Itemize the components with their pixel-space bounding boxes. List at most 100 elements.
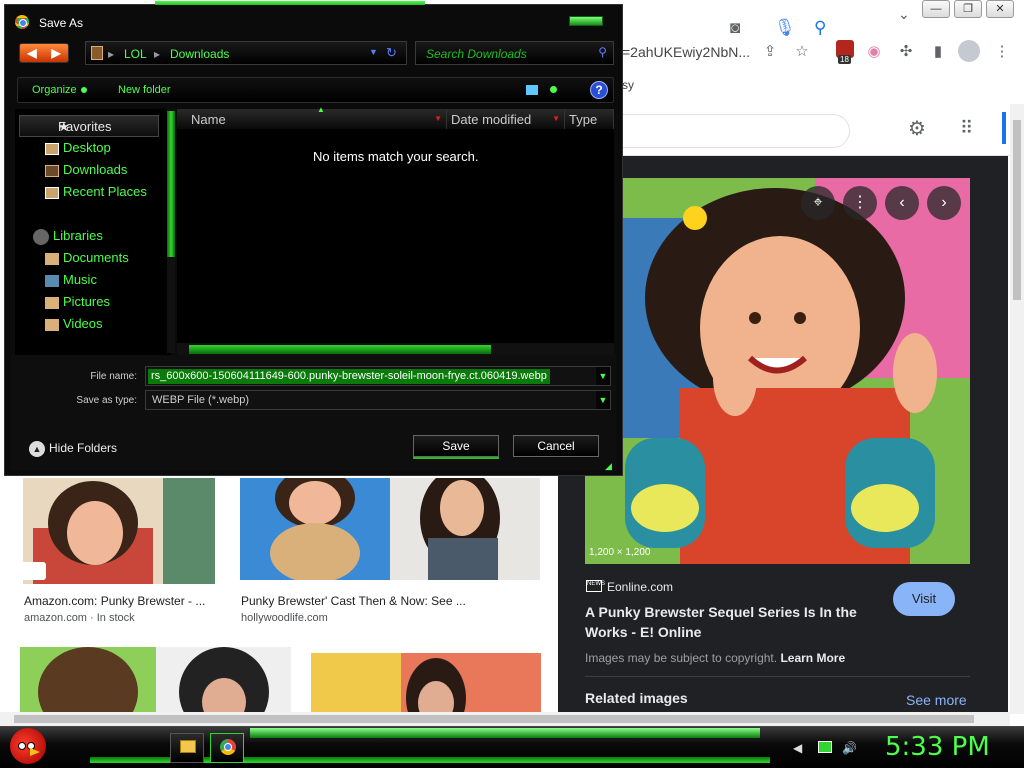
learn-more-link[interactable]: Learn More bbox=[780, 651, 845, 665]
search-input[interactable] bbox=[622, 114, 850, 148]
puzzle-icon[interactable]: ✣ bbox=[896, 42, 916, 62]
search-icon[interactable]: ⚲ bbox=[598, 45, 607, 59]
desktop-icon bbox=[45, 143, 59, 155]
hide-folders-button[interactable]: ▲ Hide Folders bbox=[29, 441, 117, 457]
nav-pane-scroll-thumb[interactable] bbox=[167, 111, 175, 257]
kebab-menu-icon[interactable]: ⋮ bbox=[992, 42, 1012, 62]
new-folder-button[interactable]: New folder bbox=[118, 84, 171, 96]
path-separator: ▸ bbox=[154, 47, 161, 61]
sidebar-item-pictures[interactable]: Pictures bbox=[63, 294, 110, 309]
source-name[interactable]: Eonline.com bbox=[607, 580, 673, 594]
window-controls: — ❐ ✕ bbox=[922, 0, 1014, 18]
sidebar-item-libraries[interactable]: Libraries bbox=[53, 228, 103, 243]
result-title-link[interactable]: A Punky Brewster Sequel Series Is In the… bbox=[585, 602, 875, 642]
thumbnail-source: amazon.com · In stock bbox=[24, 612, 135, 624]
file-name-dropdown-icon[interactable]: ▼ bbox=[596, 367, 610, 385]
thumbnail-image[interactable] bbox=[311, 653, 541, 712]
file-list-scroll-thumb[interactable] bbox=[189, 345, 491, 354]
cancel-button[interactable]: Cancel bbox=[513, 435, 599, 457]
file-name-input[interactable]: rs_600x600-150604111649-600.punky-brewst… bbox=[145, 366, 611, 386]
resize-grip-icon[interactable]: ◢ bbox=[605, 461, 612, 472]
thumbnail-caption[interactable]: Punky Brewster' Cast Then & Now: See ... bbox=[241, 594, 466, 608]
save-as-type-value: WEBP File (*.webp) bbox=[152, 394, 249, 406]
dialog-title: Save As bbox=[39, 16, 84, 30]
search-icon[interactable]: ⚲ bbox=[814, 18, 826, 38]
source-logo-icon: NEWS bbox=[586, 580, 605, 592]
column-header-type[interactable]: Type bbox=[565, 109, 614, 129]
view-options-icon[interactable] bbox=[526, 85, 538, 95]
view-dropdown-icon[interactable] bbox=[550, 86, 557, 93]
volume-icon[interactable]: 🔊 bbox=[842, 741, 857, 755]
side-panel-icon[interactable]: ▮ bbox=[928, 42, 948, 62]
tab-search-chevron-icon[interactable]: ⌄ bbox=[898, 6, 910, 23]
column-header-name[interactable]: Name ▲ ▼ bbox=[177, 105, 447, 129]
refresh-icon[interactable]: ↻ bbox=[386, 45, 397, 61]
sidebar-item-downloads[interactable]: Downloads bbox=[63, 162, 127, 177]
sidebar-item-documents[interactable]: Documents bbox=[63, 250, 129, 265]
page-horizontal-scroll-thumb[interactable] bbox=[14, 715, 974, 723]
taskbar-clock[interactable]: 5:33 PM bbox=[885, 732, 990, 762]
see-more-link[interactable]: See more bbox=[906, 692, 967, 708]
bookmark-star-icon[interactable]: ☆ bbox=[792, 42, 812, 62]
share-icon[interactable]: ⇪ bbox=[760, 42, 780, 62]
thumbnail-image[interactable] bbox=[156, 647, 291, 712]
visit-button[interactable]: Visit bbox=[893, 582, 955, 616]
next-arrow-icon[interactable]: › bbox=[927, 186, 961, 220]
save-as-type-dropdown-icon[interactable]: ▼ bbox=[596, 391, 610, 409]
sidebar-item-music[interactable]: Music bbox=[63, 272, 97, 287]
column-header-name-label: Name bbox=[191, 112, 226, 127]
start-icon-eye bbox=[18, 742, 26, 750]
organize-dropdown-icon bbox=[80, 87, 87, 94]
file-list-pane: Name ▲ ▼ Date modified ▼ Type No items m… bbox=[177, 105, 614, 355]
previous-arrow-icon[interactable]: ‹ bbox=[885, 186, 919, 220]
path-segment-lol[interactable]: LOL bbox=[124, 47, 147, 61]
organize-label: Organize bbox=[32, 84, 77, 96]
extension-2-icon[interactable]: ◉ bbox=[864, 42, 884, 62]
column-dropdown-icon[interactable]: ▼ bbox=[552, 114, 560, 123]
folder-icon bbox=[180, 740, 196, 753]
column-dropdown-icon[interactable]: ▼ bbox=[434, 114, 442, 123]
back-arrow-icon[interactable]: ◀ bbox=[20, 44, 44, 62]
thumbnail-image[interactable] bbox=[390, 478, 540, 580]
folder-path-bar[interactable]: ▸ LOL ▸ Downloads ▼ ↻ bbox=[85, 41, 407, 65]
column-header-date-modified[interactable]: Date modified ▼ bbox=[447, 109, 565, 129]
gear-icon[interactable]: ⚙ bbox=[908, 116, 926, 141]
tag-icon bbox=[20, 562, 46, 580]
lens-search-icon[interactable]: ⌖ bbox=[801, 186, 835, 220]
organize-menu[interactable]: Organize bbox=[32, 84, 87, 96]
close-window-button[interactable]: ✕ bbox=[986, 0, 1014, 18]
column-header-date-label: Date modified bbox=[451, 112, 532, 127]
thumbnail-image[interactable] bbox=[240, 478, 390, 580]
page-vertical-scroll-thumb[interactable] bbox=[1013, 120, 1021, 300]
more-options-icon[interactable]: ⋮ bbox=[843, 186, 877, 220]
thumbnail-caption[interactable]: Amazon.com: Punky Brewster - ... bbox=[24, 594, 205, 608]
mic-icon[interactable]: 🎙 bbox=[774, 18, 796, 38]
profile-icon[interactable] bbox=[958, 40, 980, 62]
save-button[interactable]: Save bbox=[413, 435, 499, 457]
help-icon[interactable]: ? bbox=[590, 81, 608, 99]
thumbnail-image[interactable] bbox=[20, 647, 156, 712]
chevron-up-icon: ▲ bbox=[29, 441, 45, 457]
address-bar-url[interactable]: =2ahUKEwiy2NbN... bbox=[622, 38, 782, 66]
save-as-type-select[interactable]: WEBP File (*.webp) ▼ bbox=[145, 390, 611, 410]
forward-arrow-icon[interactable]: ▶ bbox=[44, 44, 68, 62]
minimize-button[interactable]: — bbox=[922, 0, 950, 18]
favorites-header[interactable]: ★ Favorites bbox=[19, 115, 159, 137]
apps-grid-icon[interactable]: ⠿ bbox=[960, 118, 973, 139]
path-segment-downloads[interactable]: Downloads bbox=[170, 47, 229, 61]
path-dropdown-icon[interactable]: ▼ bbox=[369, 47, 378, 57]
preview-image[interactable] bbox=[585, 178, 970, 564]
network-icon[interactable] bbox=[818, 741, 832, 753]
search-downloads-input[interactable]: Search Downloads ⚲ bbox=[415, 41, 614, 65]
camera-icon[interactable]: ◙ bbox=[730, 18, 740, 38]
thumbnail-image[interactable] bbox=[23, 478, 215, 584]
sidebar-item-videos[interactable]: Videos bbox=[63, 316, 103, 331]
navigation-pane: ★ Favorites Desktop Downloads Recent Pla… bbox=[15, 109, 175, 355]
dialog-close-button[interactable] bbox=[569, 16, 603, 26]
tray-back-icon[interactable]: ◀ bbox=[793, 741, 802, 755]
thumbnail-source: hollywoodlife.com bbox=[241, 612, 328, 624]
sidebar-item-recent-places[interactable]: Recent Places bbox=[63, 184, 147, 199]
sidebar-item-desktop[interactable]: Desktop bbox=[63, 140, 111, 155]
dialog-titlebar[interactable]: Save As bbox=[5, 5, 622, 35]
restore-button[interactable]: ❐ bbox=[954, 0, 982, 18]
